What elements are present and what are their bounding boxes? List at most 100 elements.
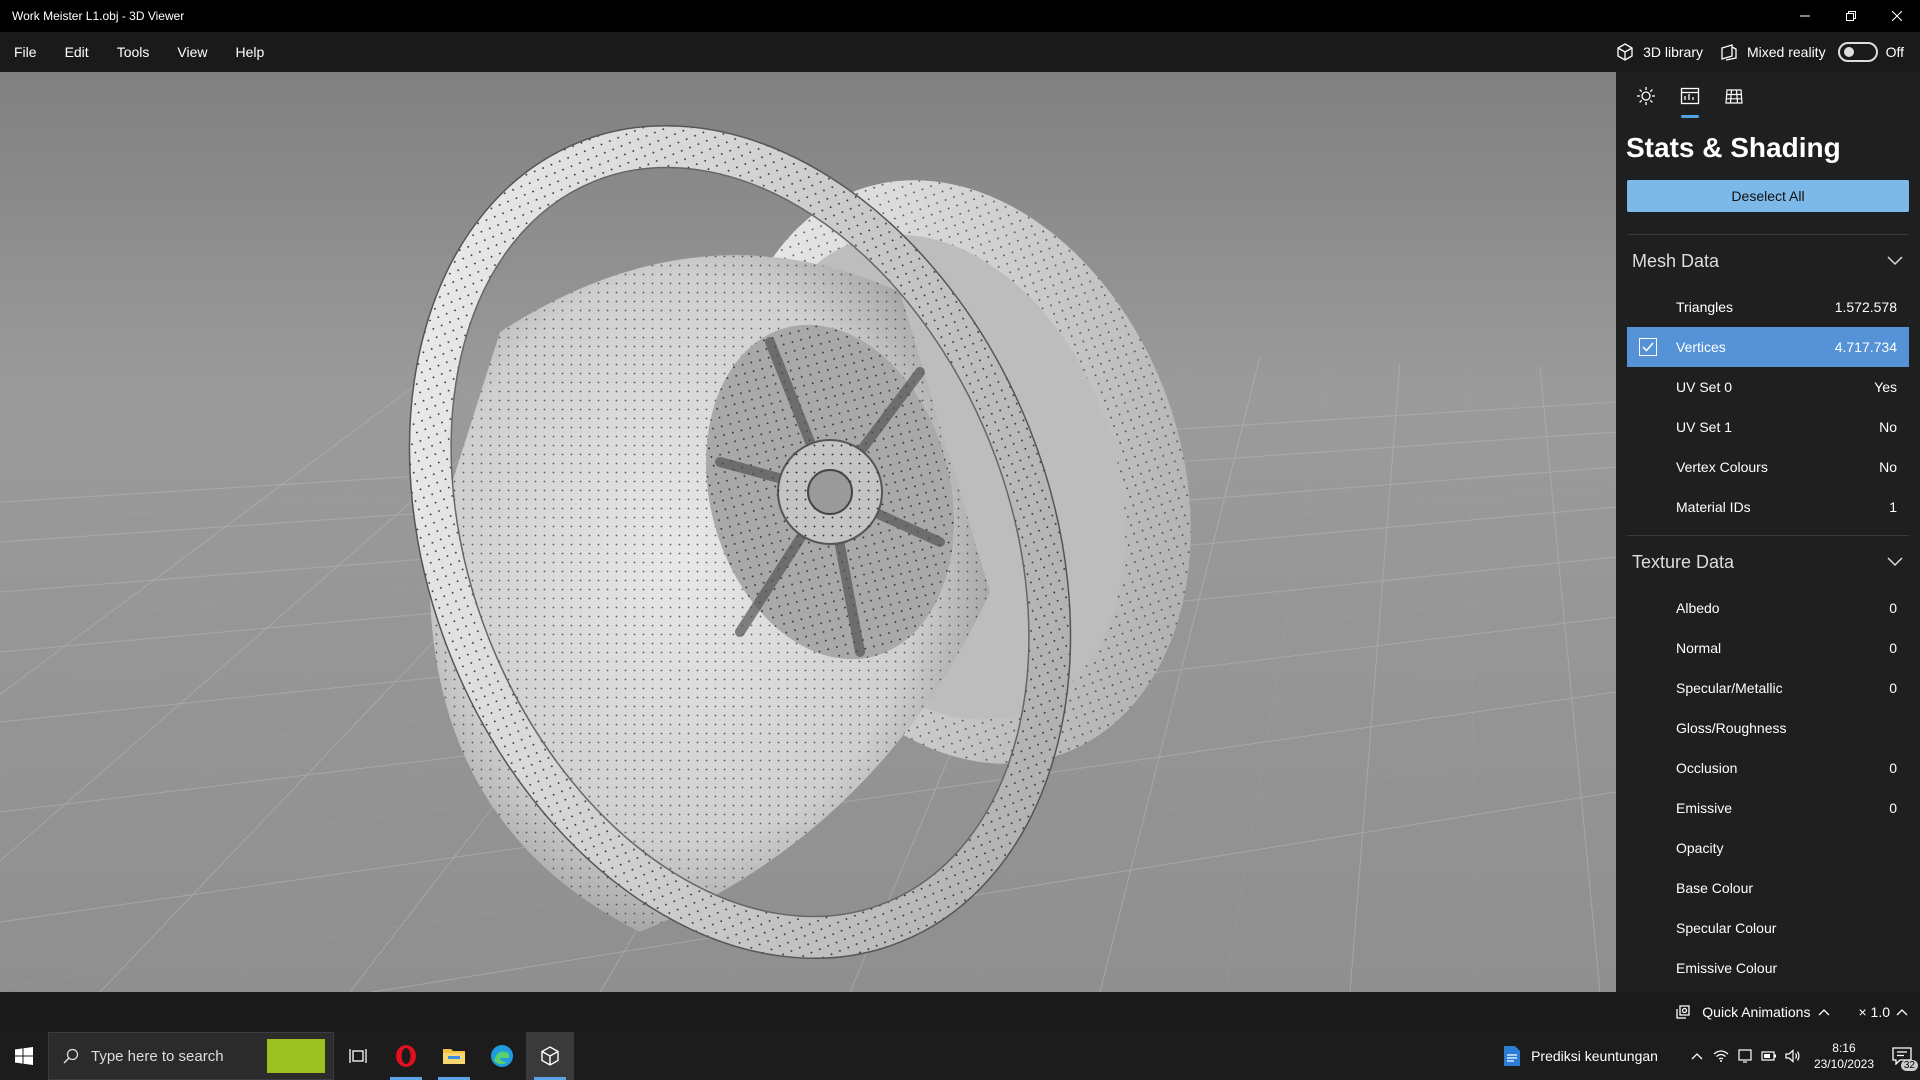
stat-row-occlusion[interactable]: Occlusion 0 bbox=[1627, 748, 1909, 788]
grid-icon bbox=[1725, 89, 1743, 104]
stat-row-emissive[interactable]: Emissive 0 bbox=[1627, 788, 1909, 828]
menu-file[interactable]: File bbox=[0, 32, 51, 72]
quick-animations-button[interactable]: Quick Animations bbox=[1674, 1004, 1830, 1020]
tray-app-prediksi[interactable]: Prediksi keuntungan bbox=[1503, 1045, 1658, 1067]
3d-viewer-icon bbox=[541, 1046, 559, 1066]
folder-icon bbox=[443, 1049, 465, 1064]
stat-row-normal[interactable]: Normal 0 bbox=[1627, 628, 1909, 668]
stat-value: 0 bbox=[1889, 640, 1897, 656]
mixed-reality-icon bbox=[1721, 44, 1737, 61]
stat-row-vertex-colours[interactable]: Vertex Colours No bbox=[1627, 447, 1909, 487]
clock-date: 23/10/2023 bbox=[1813, 1057, 1874, 1071]
stat-row-base-colour[interactable]: Base Colour bbox=[1627, 868, 1909, 908]
stat-value: 1.572.578 bbox=[1834, 299, 1897, 315]
tab-grid[interactable] bbox=[1712, 72, 1756, 120]
taskbar-3d-viewer[interactable] bbox=[526, 1032, 574, 1080]
stat-row-vertices[interactable]: Vertices 4.717.734 bbox=[1627, 327, 1909, 367]
stat-value: 0 bbox=[1889, 760, 1897, 776]
stat-label: Gloss/Roughness bbox=[1676, 720, 1787, 736]
mixed-reality-state: Off bbox=[1885, 44, 1904, 60]
task-view-button[interactable] bbox=[334, 1032, 382, 1080]
clock-time: 8:16 bbox=[1832, 1041, 1856, 1055]
stat-row-triangles[interactable]: Triangles 1.572.578 bbox=[1627, 287, 1909, 327]
taskbar-file-explorer[interactable] bbox=[430, 1032, 478, 1080]
edge-browser-icon bbox=[491, 1045, 513, 1067]
stat-row-specular-metallic[interactable]: Specular/Metallic 0 bbox=[1627, 668, 1909, 708]
taskbar-edge[interactable] bbox=[478, 1032, 526, 1080]
window-title: Work Meister L1.obj - 3D Viewer bbox=[12, 9, 185, 23]
minimize-icon[interactable] bbox=[1782, 0, 1828, 32]
chevron-up-icon bbox=[1691, 1053, 1703, 1060]
system-tray: Prediksi keuntungan 8:16 23/10/2023 32 bbox=[1503, 1032, 1920, 1080]
defender-icon[interactable] bbox=[1734, 1032, 1756, 1080]
texture-data-header[interactable]: Texture Data bbox=[1627, 536, 1909, 588]
stat-label: UV Set 1 bbox=[1676, 419, 1733, 435]
taskbar: Type here to search Prediksi keuntungan bbox=[0, 1032, 1920, 1080]
notification-center-button[interactable]: 32 bbox=[1884, 1032, 1920, 1080]
stat-row-material-ids[interactable]: Material IDs 1 bbox=[1627, 487, 1909, 527]
chevron-down-icon bbox=[1887, 557, 1903, 567]
3d-viewport[interactable] bbox=[0, 72, 1616, 992]
animation-speed-button[interactable]: × 1.0 bbox=[1858, 1004, 1908, 1020]
tab-stats[interactable] bbox=[1668, 72, 1712, 120]
stat-value: 0 bbox=[1889, 800, 1897, 816]
mesh-data-title: Mesh Data bbox=[1632, 250, 1720, 271]
menu-help[interactable]: Help bbox=[221, 32, 278, 72]
show-hidden-icons-button[interactable] bbox=[1686, 1032, 1708, 1080]
search-placeholder: Type here to search bbox=[91, 1047, 224, 1065]
tab-lighting[interactable] bbox=[1624, 72, 1668, 120]
3d-library-label: 3D library bbox=[1643, 44, 1703, 60]
lighting-icon bbox=[1637, 87, 1655, 105]
status-bar: Quick Animations × 1.0 bbox=[0, 992, 1920, 1032]
stat-row-emissive-colour[interactable]: Emissive Colour bbox=[1627, 948, 1909, 988]
volume-icon[interactable] bbox=[1782, 1032, 1804, 1080]
stat-value: 1 bbox=[1889, 499, 1897, 515]
restore-icon[interactable] bbox=[1828, 0, 1874, 32]
stat-value: 4.717.734 bbox=[1834, 339, 1897, 355]
close-icon[interactable] bbox=[1874, 0, 1920, 32]
stat-label: Normal bbox=[1676, 640, 1722, 656]
notification-count: 32 bbox=[1900, 1060, 1918, 1071]
windows-logo-icon bbox=[15, 1047, 33, 1065]
stat-value: Yes bbox=[1874, 379, 1897, 395]
chevron-up-icon bbox=[1896, 1009, 1908, 1016]
menu-tools[interactable]: Tools bbox=[103, 32, 164, 72]
stat-label: Material IDs bbox=[1676, 499, 1751, 515]
mesh-data-section: Mesh Data Triangles 1.572.578 Vertices 4… bbox=[1627, 234, 1909, 527]
stat-row-uv-set-1[interactable]: UV Set 1 No bbox=[1627, 407, 1909, 447]
document-icon bbox=[1504, 1046, 1521, 1066]
taskbar-opera[interactable] bbox=[382, 1032, 430, 1080]
stat-label: Vertices bbox=[1676, 339, 1726, 355]
clock[interactable]: 8:16 23/10/2023 bbox=[1814, 1040, 1874, 1072]
stat-row-opacity[interactable]: Opacity bbox=[1627, 828, 1909, 868]
stat-label: Specular/Metallic bbox=[1676, 680, 1783, 696]
taskbar-search-box[interactable]: Type here to search bbox=[48, 1032, 334, 1080]
deselect-all-button[interactable]: Deselect All bbox=[1627, 180, 1909, 212]
mixed-reality-toggle[interactable] bbox=[1837, 42, 1878, 62]
stat-row-uv-set-0[interactable]: UV Set 0 Yes bbox=[1627, 367, 1909, 407]
stat-row-albedo[interactable]: Albedo 0 bbox=[1627, 588, 1909, 628]
opera-browser-icon bbox=[396, 1045, 416, 1067]
checkbox-checked-icon[interactable] bbox=[1639, 338, 1657, 356]
mesh-data-header[interactable]: Mesh Data bbox=[1627, 235, 1909, 287]
stat-label: UV Set 0 bbox=[1676, 379, 1733, 395]
menu-view[interactable]: View bbox=[163, 32, 221, 72]
start-button[interactable] bbox=[0, 1032, 48, 1080]
battery-icon[interactable] bbox=[1758, 1032, 1780, 1080]
menu-edit[interactable]: Edit bbox=[51, 32, 103, 72]
tray-app-label: Prediksi keuntungan bbox=[1531, 1048, 1658, 1064]
scene-render bbox=[0, 124, 1616, 992]
mixed-reality-button[interactable]: Mixed reality Off bbox=[1719, 42, 1904, 62]
stat-row-specular-colour[interactable]: Specular Colour bbox=[1627, 908, 1909, 948]
chevron-down-icon bbox=[1887, 256, 1903, 266]
stat-label: Base Colour bbox=[1676, 880, 1754, 896]
texture-data-section: Texture Data Albedo 0 Normal 0 Specular/… bbox=[1627, 535, 1909, 988]
stat-value: No bbox=[1879, 419, 1897, 435]
search-icon bbox=[63, 1048, 79, 1064]
stat-value: No bbox=[1879, 459, 1897, 475]
quick-animations-label: Quick Animations bbox=[1702, 1004, 1811, 1020]
texture-data-title: Texture Data bbox=[1632, 551, 1735, 572]
wifi-icon[interactable] bbox=[1710, 1032, 1732, 1080]
3d-library-button[interactable]: 3D library bbox=[1615, 42, 1703, 62]
stat-row-gloss-roughness[interactable]: Gloss/Roughness bbox=[1627, 708, 1909, 748]
